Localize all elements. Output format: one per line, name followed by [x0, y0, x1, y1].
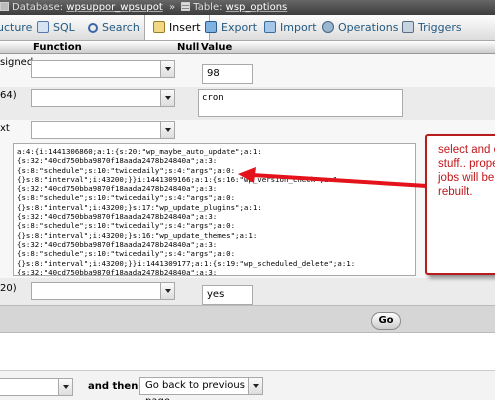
chevron-down-icon	[248, 378, 262, 394]
function-select[interactable]	[31, 282, 175, 300]
breadcrumb-database-link[interactable]: wpsuppor_wpsupot	[66, 2, 162, 13]
insert-icon	[153, 21, 165, 33]
column-value: Value	[201, 42, 233, 53]
database-icon	[0, 2, 9, 11]
option-value-line: a:4:{i:1441306860;a:1:{s:20:"wp_maybe_au…	[17, 147, 262, 156]
tab-export[interactable]: Export	[205, 15, 258, 40]
column-header: Function Null Value	[0, 41, 495, 54]
column-function: Function	[33, 42, 82, 53]
option-value-line: {s:8:"schedule";s:10:"twicedaily";s:4:"a…	[17, 165, 236, 175]
import-icon	[264, 21, 276, 33]
button-bar	[0, 305, 495, 333]
operations-icon	[322, 21, 334, 33]
chevron-down-icon	[160, 122, 174, 138]
option-value-line: {}s:8:"interval";i:43200;}s:16:"wp_updat…	[17, 230, 258, 240]
tab-search-label: Search	[102, 21, 140, 34]
option-value-line: {s:32:"40cd750bba9870f18aada2478b24840a"…	[17, 184, 218, 194]
chevron-down-icon	[160, 61, 174, 77]
option-value-line: {s:8:"schedule";s:10:"twicedaily";s:4:"a…	[17, 221, 236, 231]
annotation-callout: select and c stuff.. prope jobs will be …	[425, 134, 495, 275]
value-input[interactable]: yes	[202, 285, 253, 305]
annotation-line: rebuilt.	[438, 186, 473, 198]
annotation-line: select and c	[438, 144, 495, 156]
option-value-line: {s:8:"schedule";s:10:"twicedaily";s:4:"a…	[17, 249, 236, 259]
function-select[interactable]	[31, 60, 175, 78]
tab-operations-label: Operations	[338, 21, 399, 34]
option-value-line: {}s:8:"interval";i:43200;}}i:1441309166;…	[17, 174, 342, 184]
option-value-line: {}s:8:"interval";i:43200;}}i:1441309177;…	[17, 258, 356, 268]
option-value-line: {s:32:"40cd750bba9870f18aada2478b24840a"…	[17, 267, 218, 276]
tab-export-label: Export	[221, 21, 258, 34]
chevron-down-icon	[160, 283, 174, 299]
value-textarea[interactable]: cron	[198, 89, 403, 117]
tab-sql-label: SQL	[53, 21, 75, 34]
search-icon	[88, 23, 98, 33]
tab-import-label: Import	[280, 21, 317, 34]
option-value-line: {s:32:"40cd750bba9870f18aada2478b24840a"…	[17, 239, 218, 249]
tab-triggers[interactable]: Triggers	[402, 15, 462, 40]
triggers-icon	[402, 21, 414, 33]
option-value-line: {s:8:"schedule";s:10:"twicedaily";s:4:"a…	[17, 193, 236, 203]
chevron-down-icon	[58, 379, 72, 395]
tab-insert[interactable]: Insert	[144, 15, 210, 40]
row-label: 64)	[0, 90, 17, 101]
tab-structure-label: ucture	[0, 21, 33, 34]
tab-import[interactable]: Import	[264, 15, 317, 40]
annotation-line: jobs will be	[438, 172, 495, 184]
row-label: xt	[0, 123, 10, 134]
database-label: Database:	[12, 2, 64, 13]
option-value-line: {s:32:"40cd750bba9870f18aada2478b24840a"…	[17, 212, 218, 222]
export-icon	[205, 21, 217, 33]
option-value-line: {}s:8:"interval";i:43200;}s:17:"wp_updat…	[17, 202, 262, 212]
insert-mode-select[interactable]	[0, 378, 73, 396]
option-value-line: {s:32:"40cd750bba9870f18aada2478b24840a"…	[17, 156, 218, 166]
tab-search[interactable]: Search	[88, 15, 140, 40]
option-value-textarea[interactable]: a:4:{i:1441306860;a:1:{s:20:"wp_maybe_au…	[13, 143, 416, 276]
table-label: Table:	[193, 2, 223, 13]
column-null: Null	[177, 42, 200, 53]
breadcrumb-table-link[interactable]: wsp_options	[226, 2, 288, 13]
tab-insert-label: Insert	[169, 21, 201, 34]
table-icon	[181, 2, 191, 11]
annotation-line: stuff.. prope	[438, 158, 495, 170]
chevron-down-icon	[160, 90, 174, 106]
breadcrumb: Database: wpsuppor_wpsupot » Table: wsp_…	[0, 0, 495, 15]
tab-bar: ucture SQL Search Insert Export Import O…	[0, 15, 495, 41]
row-label: 20)	[0, 283, 17, 294]
function-select[interactable]	[31, 121, 175, 139]
function-select[interactable]	[31, 89, 175, 107]
value-input[interactable]: 98	[202, 64, 253, 84]
tab-sql[interactable]: SQL	[37, 15, 75, 40]
after-insert-select[interactable]: Go back to previous page	[139, 377, 263, 400]
and-then-label: and then	[88, 381, 139, 392]
sql-icon	[37, 21, 49, 33]
go-button[interactable]: Go	[371, 312, 401, 330]
breadcrumb-separator: »	[168, 2, 176, 13]
row-label: signed	[0, 57, 34, 68]
tab-triggers-label: Triggers	[418, 21, 462, 34]
tab-operations[interactable]: Operations	[322, 15, 399, 40]
tab-structure[interactable]: ucture	[0, 15, 33, 40]
